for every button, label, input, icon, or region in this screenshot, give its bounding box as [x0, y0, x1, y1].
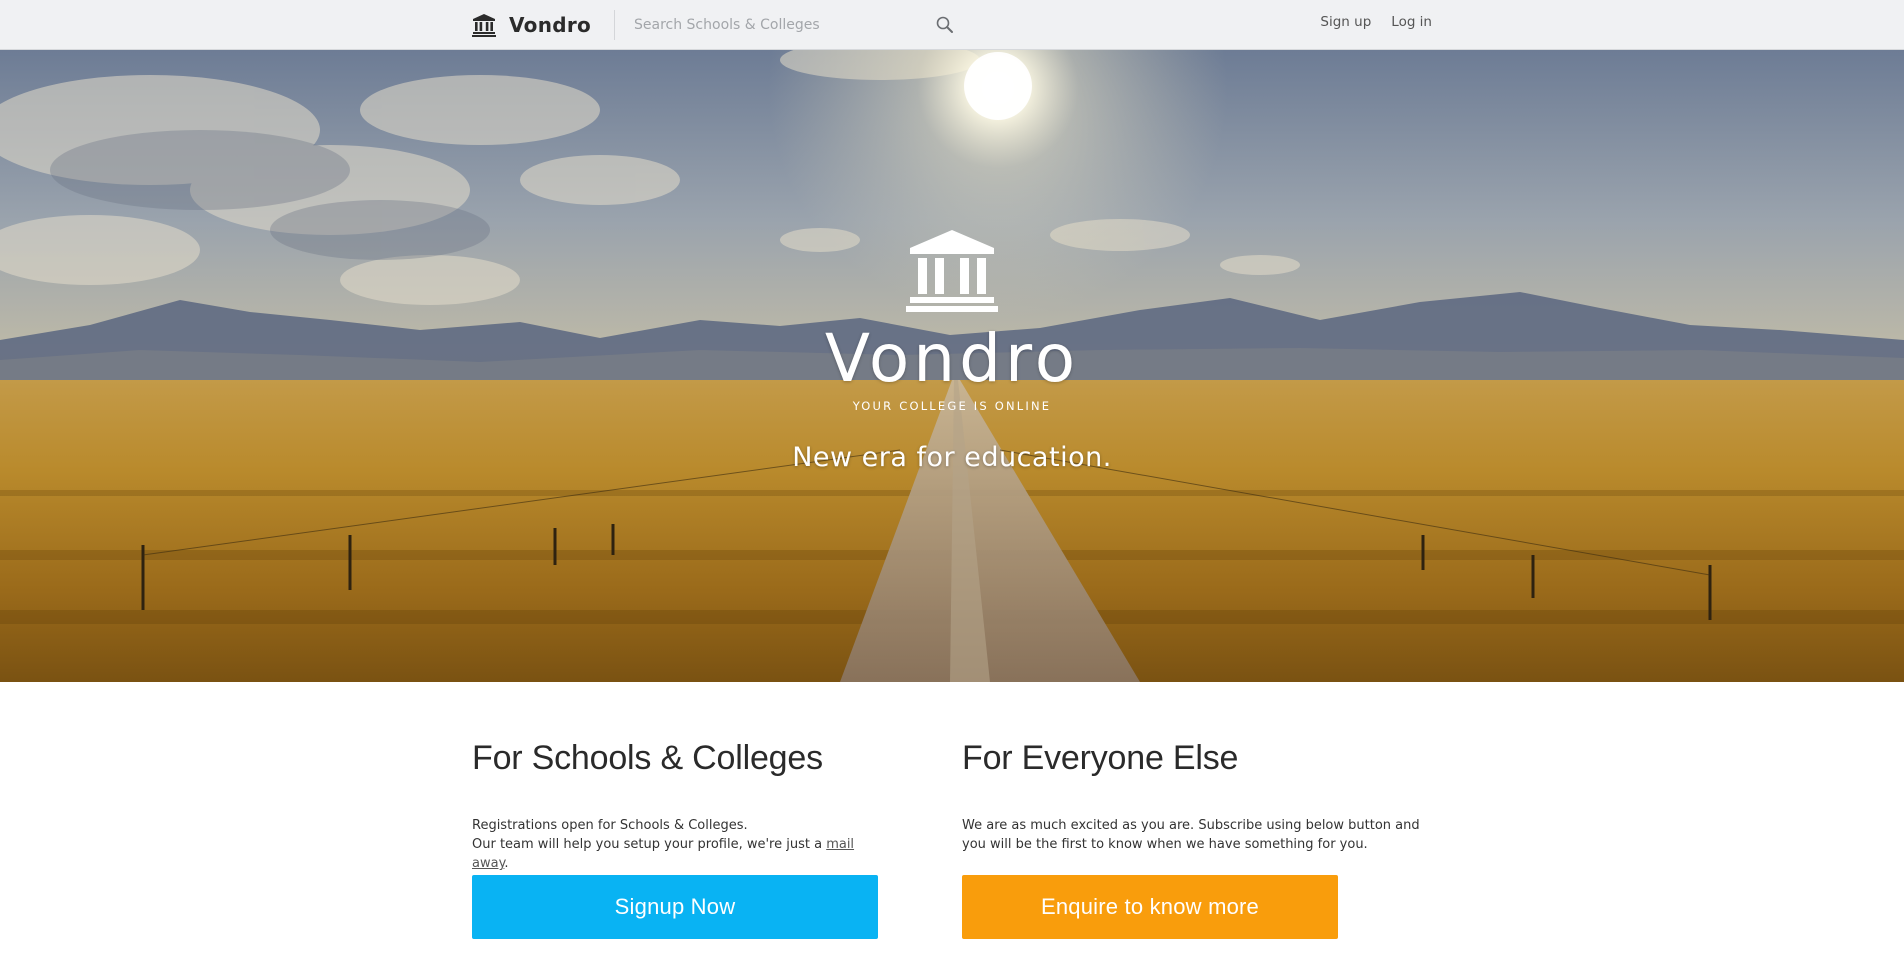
- everyone-section: For Everyone Else We are as much excited…: [962, 739, 1442, 854]
- schools-line1: Registrations open for Schools & College…: [472, 818, 748, 834]
- schools-line2-prefix: Our team will help you setup your profil…: [472, 837, 827, 853]
- brand-name: Vondro: [509, 13, 592, 37]
- brand-home-link[interactable]: Vondro: [472, 11, 591, 39]
- signup-now-button[interactable]: Signup Now: [472, 875, 878, 939]
- schools-section: For Schools & Colleges Registrations ope…: [472, 739, 892, 873]
- institution-icon: [906, 230, 998, 312]
- hero-title: Vondro: [824, 320, 1080, 397]
- signup-link[interactable]: Sign up: [1320, 14, 1371, 30]
- hero-banner: Vondro YOUR COLLEGE IS ONLINE New era fo…: [0, 50, 1904, 682]
- hero-subtitle: New era for education.: [792, 442, 1112, 473]
- schools-heading: For Schools & Colleges: [472, 739, 823, 777]
- hero-tagline: YOUR COLLEGE IS ONLINE: [852, 399, 1052, 413]
- search-input[interactable]: [634, 12, 924, 38]
- institution-icon: [472, 14, 496, 37]
- hero-content: Vondro YOUR COLLEGE IS ONLINE New era fo…: [0, 50, 1904, 682]
- schools-line2-suffix: .: [504, 856, 509, 872]
- top-navigation-bar: Vondro Sign up Log in: [0, 0, 1904, 50]
- enquire-button[interactable]: Enquire to know more: [962, 875, 1338, 939]
- search-icon[interactable]: [934, 14, 956, 36]
- everyone-heading: For Everyone Else: [962, 739, 1239, 777]
- schools-description: Registrations open for Schools & College…: [472, 816, 892, 873]
- auth-links: Sign up Log in: [1320, 14, 1432, 30]
- everyone-description: We are as much excited as you are. Subsc…: [962, 818, 1420, 853]
- nav-divider: [614, 10, 615, 40]
- login-link[interactable]: Log in: [1391, 14, 1432, 30]
